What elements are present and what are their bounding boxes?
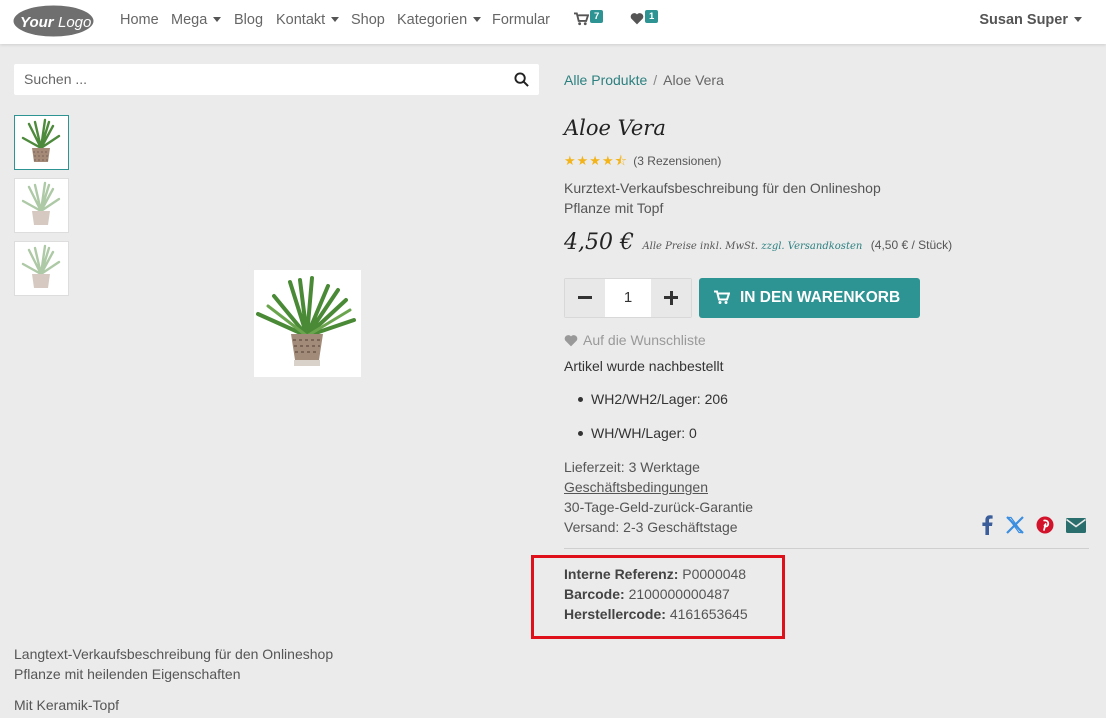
- nav-kategorien-dropdown[interactable]: Kategorien: [397, 12, 482, 28]
- stock-list: WH2/WH2/Lager: 206 WH/WH/Lager: 0: [576, 391, 728, 459]
- internal-reference-value: P0000048: [682, 566, 747, 582]
- stock-item: WH2/WH2/Lager: 206: [576, 391, 728, 425]
- email-icon[interactable]: [1066, 518, 1086, 533]
- price-tax-note: Alle Preise inkl. MwSt. zzgl. Versandkos…: [642, 241, 862, 252]
- caret-down-icon: [331, 17, 340, 22]
- terms-link[interactable]: Geschäftsbedingungen: [564, 477, 753, 497]
- manufacturer-code-label: Herstellercode:: [564, 606, 666, 622]
- add-to-cart-button[interactable]: IN DEN WARENKORB: [699, 278, 920, 318]
- guarantee-text: 30-Tage-Geld-zurück-Garantie: [564, 499, 754, 515]
- wishlist-link[interactable]: 1: [630, 10, 659, 30]
- pinterest-icon[interactable]: [1036, 516, 1054, 534]
- unit-price: (4,50 € / Stück): [870, 238, 953, 252]
- manufacturer-code-value: 4161653645: [669, 606, 748, 622]
- barcode-value: 2100000000487: [628, 586, 730, 602]
- user-menu[interactable]: Susan Super: [979, 12, 1082, 28]
- stock-status: Artikel wurde nachbestellt: [564, 358, 724, 374]
- price-row: 4,50 € Alle Preise inkl. MwSt. zzgl. Ver…: [564, 230, 952, 255]
- nav-kontakt-dropdown[interactable]: Kontakt: [276, 12, 340, 28]
- nav-mega-label: Mega: [171, 12, 208, 28]
- section-divider: [564, 548, 1089, 549]
- x-twitter-icon[interactable]: [1006, 516, 1024, 534]
- barcode-label: Barcode:: [564, 586, 625, 602]
- aloe-plant-image: [256, 276, 356, 366]
- aloe-plant-image: [21, 244, 61, 288]
- cart-icon: [714, 290, 730, 304]
- cart-link[interactable]: 7: [574, 10, 604, 31]
- short-description-line: Pflanze mit Topf: [564, 200, 664, 216]
- caret-down-icon: [1074, 17, 1082, 22]
- internal-reference: Interne Referenz: P0000048: [564, 564, 748, 584]
- product-title: Aloe Vera: [564, 116, 666, 140]
- quantity-input[interactable]: 1: [605, 289, 651, 306]
- nav-blog[interactable]: Blog: [234, 12, 263, 28]
- product-thumbnail-3[interactable]: [14, 241, 69, 296]
- quantity-increase-button[interactable]: [651, 279, 691, 317]
- manufacturer-code: Herstellercode: 4161653645: [564, 604, 748, 624]
- breadcrumb-current: Aloe Vera: [663, 72, 724, 88]
- caret-down-icon: [473, 17, 482, 22]
- pot-description: Mit Keramik-Topf: [14, 697, 120, 713]
- nav-kontakt-label: Kontakt: [276, 12, 326, 28]
- search-input[interactable]: Suchen ...: [14, 64, 539, 95]
- svg-text:Logo: Logo: [58, 14, 91, 31]
- stock-item: WH/WH/Lager: 0: [576, 425, 728, 459]
- wishlist-label: Auf die Wunschliste: [583, 332, 706, 348]
- nav-home[interactable]: Home: [120, 12, 159, 28]
- cart-icon: [574, 12, 590, 26]
- nav-mega-dropdown[interactable]: Mega: [171, 12, 222, 28]
- nav-kategorien-label: Kategorien: [397, 12, 468, 28]
- short-description: Kurztext-Verkaufsbeschreibung für den On…: [564, 178, 881, 218]
- user-name: Susan Super: [979, 12, 1068, 28]
- product-thumbnail-1[interactable]: [14, 115, 69, 170]
- long-description-line: Langtext-Verkaufsbeschreibung für den On…: [14, 646, 334, 662]
- cart-count-badge: 7: [590, 10, 604, 23]
- plus-icon-vertical: [669, 291, 673, 305]
- star-rating-icon: ★★★★⯪: [564, 153, 628, 168]
- product-thumbnail-2[interactable]: [14, 178, 69, 233]
- review-count: (3 Rezensionen): [633, 154, 722, 168]
- nav-formular[interactable]: Formular: [492, 12, 550, 28]
- shipping-text: Versand: 2-3 Geschäftstage: [564, 519, 738, 535]
- minus-icon: [578, 296, 592, 299]
- product-rating[interactable]: ★★★★⯪ (3 Rezensionen): [564, 152, 721, 174]
- product-main-image[interactable]: [254, 270, 361, 377]
- short-description-line: Kurztext-Verkaufsbeschreibung für den On…: [564, 180, 881, 196]
- quantity-decrease-button[interactable]: [565, 279, 605, 317]
- search-icon[interactable]: [514, 72, 529, 87]
- breadcrumb: Alle Produkte / Aloe Vera: [564, 72, 724, 88]
- long-description-line: Pflanze mit heilenden Eigenschaften: [14, 666, 241, 682]
- aloe-plant-image: [21, 181, 61, 225]
- heart-icon: [564, 335, 578, 347]
- breadcrumb-all-products[interactable]: Alle Produkte: [564, 72, 647, 88]
- heart-icon: [630, 13, 644, 25]
- barcode: Barcode: 2100000000487: [564, 584, 748, 604]
- breadcrumb-separator: /: [653, 72, 658, 88]
- nav-shop[interactable]: Shop: [351, 12, 385, 28]
- price-tax-text: Alle Preise inkl. MwSt.: [642, 241, 759, 252]
- svg-text:Your: Your: [20, 14, 55, 31]
- logo[interactable]: Your Logo: [13, 5, 94, 37]
- navbar: Your Logo Home Mega Blog Kontakt Shop Ka…: [0, 0, 1106, 44]
- delivery-time: Lieferzeit: 3 Werktage: [564, 459, 700, 475]
- add-to-cart-label: IN DEN WARENKORB: [740, 289, 901, 306]
- shipping-costs-link[interactable]: zzgl. Versandkosten: [761, 241, 862, 252]
- long-description: Langtext-Verkaufsbeschreibung für den On…: [14, 644, 333, 684]
- add-to-wishlist-button[interactable]: Auf die Wunschliste: [564, 332, 706, 348]
- caret-down-icon: [213, 17, 222, 22]
- internal-reference-label: Interne Referenz:: [564, 566, 679, 582]
- delivery-info: Lieferzeit: 3 Werktage Geschäftsbedingun…: [564, 457, 753, 537]
- product-price: 4,50 €: [564, 230, 634, 255]
- facebook-icon[interactable]: [981, 515, 993, 535]
- wishlist-count-badge: 1: [645, 10, 659, 23]
- aloe-plant-image: [21, 118, 61, 162]
- product-references: Interne Referenz: P0000048 Barcode: 2100…: [564, 564, 748, 624]
- quantity-stepper: 1: [564, 278, 692, 318]
- search-placeholder: Suchen ...: [24, 71, 88, 87]
